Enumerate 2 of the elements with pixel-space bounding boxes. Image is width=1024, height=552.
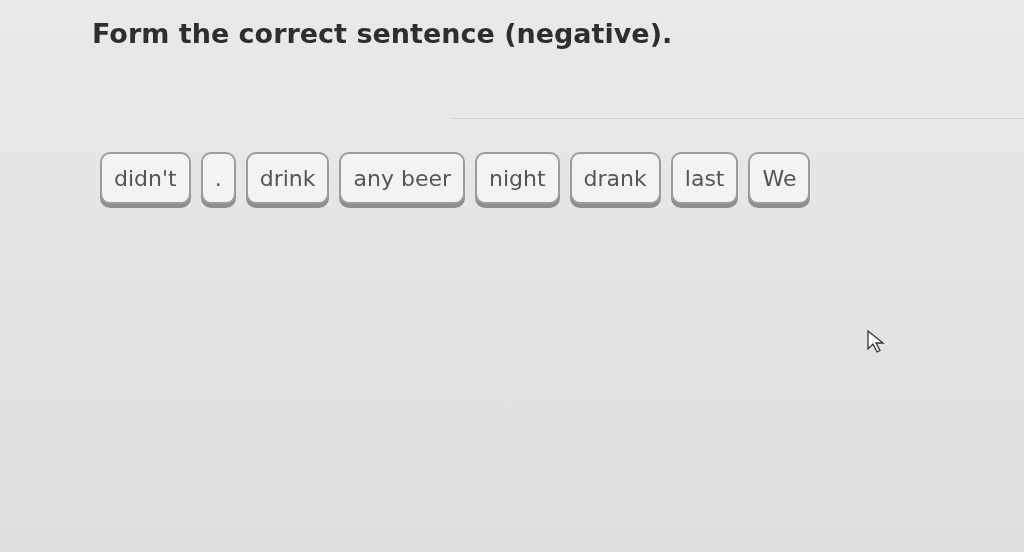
cursor-icon: [866, 330, 886, 354]
instruction-heading: Form the correct sentence (negative).: [92, 17, 674, 51]
